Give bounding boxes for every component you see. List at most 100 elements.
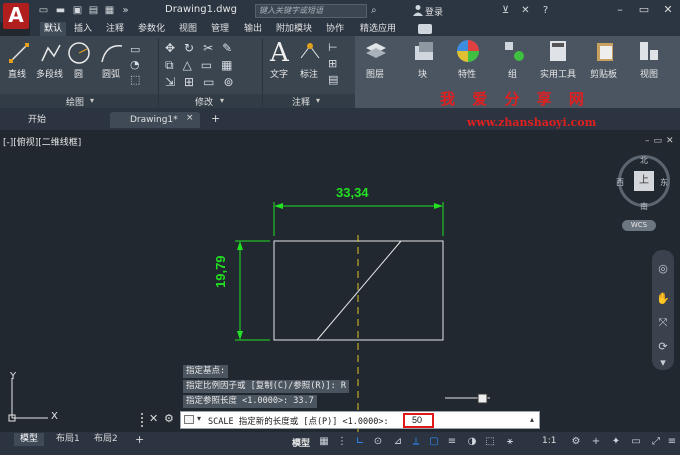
line-icon[interactable] xyxy=(8,42,30,64)
compass-east[interactable]: 东 xyxy=(660,177,668,188)
fullscreen-icon[interactable]: ⤢ xyxy=(650,436,662,448)
view-panel-icon[interactable] xyxy=(638,40,660,62)
chevron-down-icon[interactable]: ▾ xyxy=(220,96,224,105)
polar-icon[interactable]: ⊙ xyxy=(372,436,384,448)
pan-hand-icon[interactable]: ✋ xyxy=(656,292,670,306)
tab-collaborate[interactable]: 协作 xyxy=(322,22,348,36)
transparency-icon[interactable]: ◑ xyxy=(466,436,478,448)
layout-tab-2[interactable]: 布局2 xyxy=(88,433,124,446)
viewcube-top-face[interactable]: 上 xyxy=(634,171,654,191)
save-as-icon[interactable]: ▤ xyxy=(88,5,99,16)
exchange-icon[interactable]: ✕ xyxy=(520,5,531,16)
tab-addins[interactable]: 附加模块 xyxy=(272,22,316,36)
wcs-button[interactable]: WCS xyxy=(622,220,656,231)
model-space-button[interactable]: 模型 xyxy=(292,436,310,449)
tab-output[interactable]: 输出 xyxy=(240,22,266,36)
tab-featured-apps[interactable]: 精选应用 xyxy=(356,22,400,36)
customize-status-icon[interactable]: ≡ xyxy=(666,436,678,448)
command-grip[interactable] xyxy=(141,413,147,427)
orbit-icon[interactable]: ⟳ xyxy=(656,340,670,354)
arc-icon[interactable] xyxy=(100,42,124,64)
ortho-icon[interactable]: ∟ xyxy=(354,436,366,448)
text-icon[interactable]: A xyxy=(270,38,289,68)
steering-wheel-icon[interactable]: ◎ xyxy=(656,262,670,276)
view-panel-label: 视图 xyxy=(640,70,659,80)
annotation-panel-label[interactable]: 注释 xyxy=(292,95,310,108)
group-icon[interactable] xyxy=(503,40,525,62)
annotation-small-icons[interactable]: ⊢ ⊞ ▤ xyxy=(328,40,350,90)
tab-view[interactable]: 视图 xyxy=(175,22,201,36)
circle-icon[interactable] xyxy=(67,41,91,65)
lineweight-icon[interactable]: ≡ xyxy=(446,436,458,448)
ribbon-toggle-icon[interactable] xyxy=(418,24,432,34)
dimension-icon[interactable] xyxy=(297,40,323,64)
command-history-toggle-icon[interactable]: ▴ xyxy=(530,415,534,424)
command-history-line: 指定基点: xyxy=(183,365,229,378)
grid-icon[interactable]: ▦ xyxy=(318,436,330,448)
annotation-scale[interactable]: 1:1 xyxy=(542,436,556,446)
login-button[interactable]: 登录 xyxy=(425,5,443,18)
tab-parametric[interactable]: 参数化 xyxy=(134,22,169,36)
compass-south[interactable]: 南 xyxy=(640,201,648,212)
polyline-label: 多段线 xyxy=(36,70,64,80)
clipboard-icon[interactable] xyxy=(595,40,615,62)
search-input[interactable]: 键入关键字或短语 xyxy=(255,4,367,18)
modify-tools-icons[interactable]: ✥↻✂✎ ⧉△▭▦ ⇲⊞▭⊚ xyxy=(165,40,255,92)
layout-tab-1[interactable]: 布局1 xyxy=(50,433,86,446)
selection-cycling-icon[interactable]: ⬚ xyxy=(484,436,496,448)
dimension-text-vertical[interactable]: 19,79 xyxy=(213,238,228,288)
isolate-icon[interactable]: ✦ xyxy=(610,436,622,448)
add-icon[interactable]: + xyxy=(590,436,602,448)
tab-insert[interactable]: 插入 xyxy=(70,22,96,36)
search-icon[interactable]: ⌕ xyxy=(371,5,381,16)
modify-panel-label[interactable]: 修改 xyxy=(195,95,213,108)
help-icon[interactable]: ? xyxy=(540,5,551,16)
more-quick-access-icon[interactable]: » xyxy=(120,5,131,16)
minimize-icon[interactable]: – xyxy=(612,2,628,18)
snap-icon[interactable]: ⋮ xyxy=(336,436,348,448)
draw-small-icons[interactable]: ▭ ◔ ⬚ xyxy=(130,42,148,87)
close-tab-icon[interactable]: × xyxy=(186,113,194,123)
draw-panel-label[interactable]: 绘图 xyxy=(66,95,84,108)
save-icon[interactable]: ▣ xyxy=(72,5,83,16)
app-logo[interactable]: A xyxy=(3,3,29,29)
add-tab-icon[interactable]: + xyxy=(211,112,220,125)
close-icon[interactable]: ✕ xyxy=(660,2,676,18)
chevron-down-icon[interactable]: ▾ xyxy=(197,414,201,423)
utilities-icon[interactable] xyxy=(548,40,568,62)
tab-annotate[interactable]: 注释 xyxy=(102,22,128,36)
divider xyxy=(158,38,159,108)
open-folder-icon[interactable]: ▬ xyxy=(55,5,66,16)
isodraft-icon[interactable]: ⊿ xyxy=(392,436,404,448)
object-snap-track-icon[interactable]: ⟂ xyxy=(410,436,422,448)
workspace-gear-icon[interactable]: ⚙ xyxy=(570,436,582,448)
compass-west[interactable]: 西 xyxy=(616,177,624,188)
dimension-text-horizontal[interactable]: 33,34 xyxy=(336,185,386,200)
command-close-icon[interactable]: ✕ xyxy=(149,412,158,425)
command-customize-icon[interactable]: ⚙ xyxy=(164,412,174,425)
tab-default[interactable]: 默认 xyxy=(40,22,67,36)
showmotion-icon[interactable]: ▾ xyxy=(656,356,670,370)
zoom-extents-icon[interactable]: ⤧ xyxy=(656,316,670,330)
polyline-icon[interactable] xyxy=(40,42,62,64)
block-icon[interactable] xyxy=(413,40,435,62)
properties-icon[interactable] xyxy=(456,39,480,63)
chevron-down-icon[interactable]: ▾ xyxy=(90,96,94,105)
cart-icon[interactable]: ⊻ xyxy=(500,5,511,16)
add-layout-icon[interactable]: + xyxy=(135,433,144,446)
object-snap-icon[interactable]: ▢ xyxy=(428,436,440,448)
tab-manage[interactable]: 管理 xyxy=(207,22,233,36)
line-label: 直线 xyxy=(8,70,27,80)
user-icon[interactable] xyxy=(413,4,423,16)
new-file-icon[interactable]: ▭ xyxy=(38,5,49,16)
layers-icon[interactable] xyxy=(364,40,388,62)
tab-start[interactable]: 开始 xyxy=(8,112,103,128)
maximize-icon[interactable]: ▭ xyxy=(636,2,652,18)
compass-north[interactable]: 北 xyxy=(640,155,648,166)
annotation-visibility-icon[interactable]: ⚹ xyxy=(504,436,516,448)
layout-tab-model[interactable]: 模型 xyxy=(14,433,45,446)
print-icon[interactable]: ▦ xyxy=(104,5,115,16)
command-input[interactable]: 50 xyxy=(403,413,434,428)
hardware-accel-icon[interactable]: ▭ xyxy=(630,436,642,448)
chevron-down-icon[interactable]: ▾ xyxy=(316,96,320,105)
